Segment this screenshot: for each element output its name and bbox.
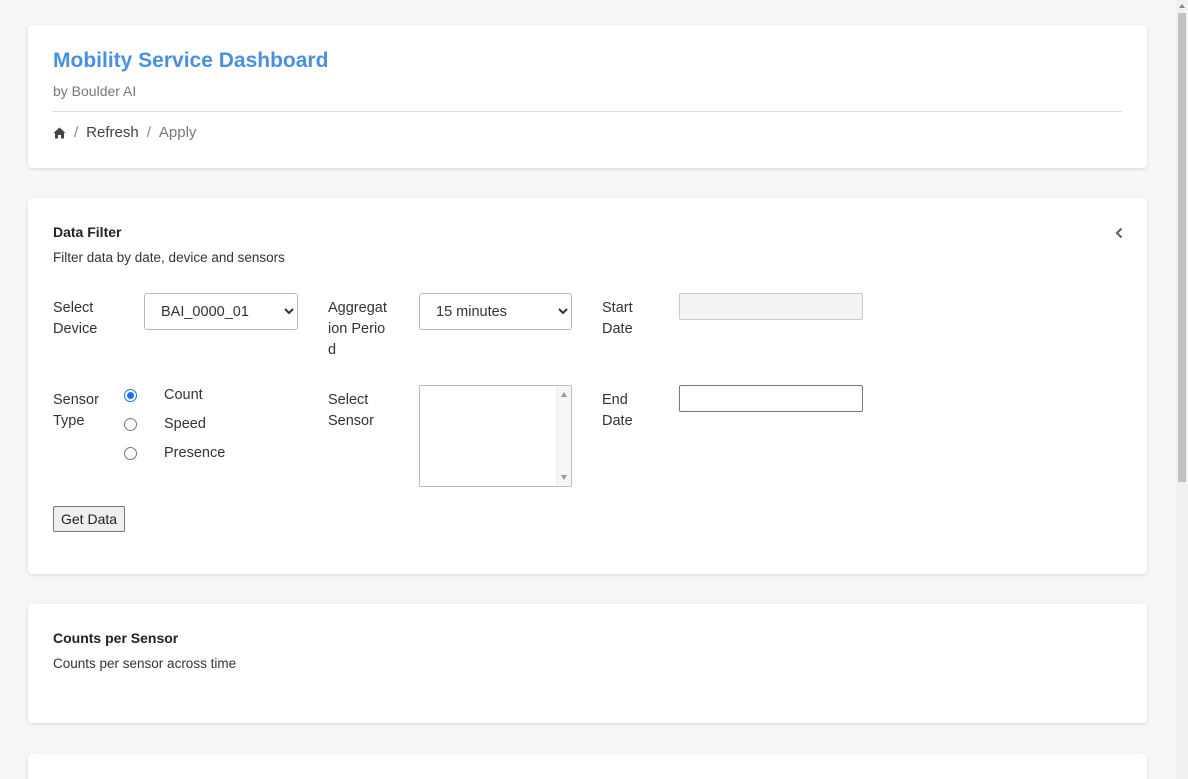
listbox-scrollbar[interactable]: [556, 386, 571, 486]
data-filter-card: Data Filter Filter data by date, device …: [28, 198, 1147, 574]
breadcrumb-separator: /: [146, 124, 151, 141]
page-scrollbar[interactable]: [1176, 0, 1188, 779]
sensor-listbox[interactable]: [419, 385, 572, 487]
scrollbar-thumb[interactable]: [1178, 13, 1186, 482]
counts-title: Counts per Sensor: [53, 630, 179, 646]
scroll-up-icon[interactable]: [561, 392, 567, 397]
breadcrumb: / Refresh / Apply: [53, 124, 196, 141]
sensor-type-count[interactable]: Count: [124, 387, 203, 403]
next-card: [28, 754, 1147, 779]
get-data-button[interactable]: Get Data: [53, 506, 126, 532]
radio-speed[interactable]: [124, 417, 137, 431]
chevron-left-icon[interactable]: [1113, 226, 1125, 240]
aggregation-select[interactable]: 15 minutes: [419, 293, 572, 330]
start-date-input[interactable]: [679, 293, 863, 320]
radio-presence-label: Presence: [164, 445, 226, 461]
select-device-label: Select Device: [53, 300, 98, 337]
start-date-label: Start Date: [602, 300, 633, 337]
sensor-type-label: Sensor Type: [53, 392, 99, 429]
home-icon[interactable]: [53, 127, 66, 139]
breadcrumb-refresh[interactable]: Refresh: [86, 124, 139, 141]
breadcrumb-separator: /: [74, 124, 79, 141]
data-filter-description: Filter data by date, device and sensors: [53, 250, 285, 265]
page-subtitle: by Boulder AI: [53, 83, 137, 99]
scroll-up-icon[interactable]: [1179, 4, 1185, 8]
header-card: Mobility Service Dashboard by Boulder AI…: [28, 25, 1147, 168]
radio-presence[interactable]: [124, 446, 137, 460]
data-filter-title: Data Filter: [53, 224, 122, 240]
radio-count-label: Count: [164, 387, 203, 403]
sensor-type-presence[interactable]: Presence: [124, 445, 225, 461]
counts-description: Counts per sensor across time: [53, 656, 237, 671]
counts-per-sensor-card: Counts per Sensor Counts per sensor acro…: [28, 604, 1147, 723]
device-select[interactable]: BAI_0000_01: [144, 293, 298, 330]
end-date-input[interactable]: [679, 385, 863, 412]
header-divider: [53, 111, 1122, 112]
radio-count[interactable]: [124, 388, 137, 402]
scroll-down-icon[interactable]: [561, 475, 567, 480]
aggregation-period-label: Aggregation Period: [328, 300, 387, 358]
page-title: Mobility Service Dashboard: [53, 49, 329, 72]
select-sensor-label: Select Sensor: [328, 392, 374, 429]
end-date-label: End Date: [602, 392, 633, 429]
sensor-type-speed[interactable]: Speed: [124, 416, 206, 432]
radio-speed-label: Speed: [164, 416, 206, 432]
breadcrumb-apply[interactable]: Apply: [159, 124, 197, 141]
